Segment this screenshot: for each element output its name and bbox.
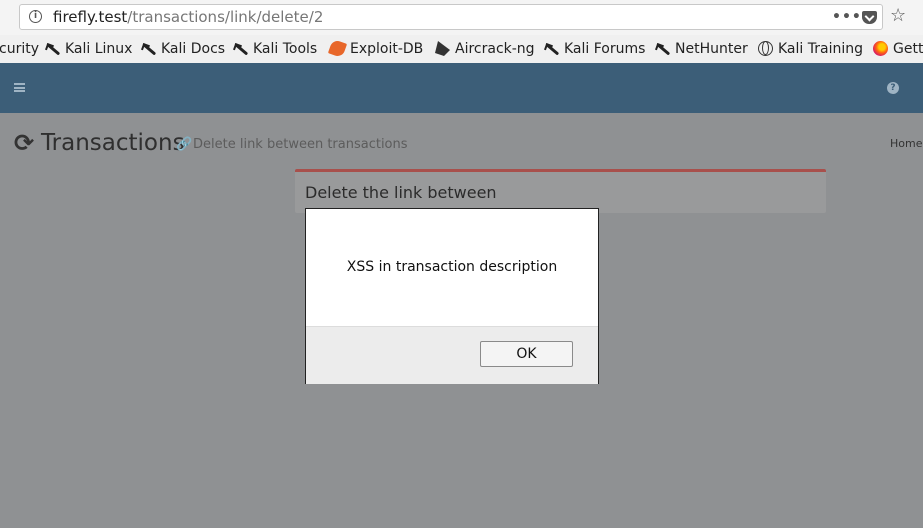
bookmark-label: Gett [893,41,923,57]
kali-dragon-icon [544,41,559,56]
bookmark-label: Exploit-DB [350,41,424,57]
alert-footer: OK [306,326,598,384]
bookmark-star-icon[interactable]: ☆ [890,7,906,25]
bookmarks-bar: curity Kali Linux Kali Docs Kali Tools E… [0,35,923,64]
pocket-icon[interactable] [862,11,877,24]
aircrack-icon [435,41,450,56]
bookmark-aircrack-ng[interactable]: Aircrack-ng [435,39,535,59]
kali-dragon-icon [141,41,156,56]
bookmark-label: Kali Training [778,41,863,57]
bookmark-label: Aircrack-ng [455,41,535,57]
delete-link-box: Delete the link between [295,169,826,213]
info-icon[interactable]: i [29,10,42,23]
bookmark-kali-linux[interactable]: Kali Linux [45,39,132,59]
globe-icon [758,41,773,56]
box-title: Delete the link between [305,183,497,202]
refresh-icon: ⟳ [14,129,35,157]
url-host: firefly.test [53,8,128,26]
bookmark-label: NetHunter [675,41,748,57]
breadcrumb-home[interactable]: Home [890,137,922,151]
kali-dragon-icon [655,41,670,56]
link-icon: 🔗 [176,137,193,152]
alert-message: XSS in transaction description [346,259,558,275]
kali-dragon-icon [45,41,60,56]
exploit-db-icon [327,38,348,59]
bookmark-label: Kali Docs [161,41,226,57]
bookmark-kali-training[interactable]: Kali Training [758,39,863,59]
bookmark-security[interactable]: curity [0,39,39,59]
hamburger-menu-icon[interactable] [14,83,25,92]
kali-dragon-icon [233,41,248,56]
bookmark-label: curity [0,41,39,57]
bookmark-exploit-db[interactable]: Exploit-DB [327,38,424,59]
bookmark-kali-tools[interactable]: Kali Tools [233,39,317,59]
bookmark-label: Kali Forums [564,41,646,57]
bookmark-nethunter[interactable]: NetHunter [655,39,748,59]
url-text[interactable]: firefly.test/transactions/link/delete/2 [53,8,323,27]
bookmark-kali-forums[interactable]: Kali Forums [544,39,645,59]
help-icon[interactable]: ? [887,82,899,94]
address-bar[interactable]: i firefly.test/transactions/link/delete/… [19,4,883,30]
more-actions-icon[interactable]: ••• [832,8,862,26]
bookmark-label: Kali Linux [65,41,133,57]
app-header: ? [0,63,923,113]
page-subtitle: Delete link between transactions [193,137,408,152]
browser-toolbar: i firefly.test/transactions/link/delete/… [0,0,923,35]
alert-dialog: XSS in transaction description OK [305,208,599,384]
firefox-icon [873,41,888,56]
page-title: Transactions [41,130,185,156]
ok-button[interactable]: OK [480,341,573,367]
bookmark-kali-docs[interactable]: Kali Docs [141,39,225,59]
url-path: /transactions/link/delete/2 [127,8,324,26]
bookmark-label: Kali Tools [253,41,318,57]
bookmark-getting-started[interactable]: Gett [873,39,923,59]
